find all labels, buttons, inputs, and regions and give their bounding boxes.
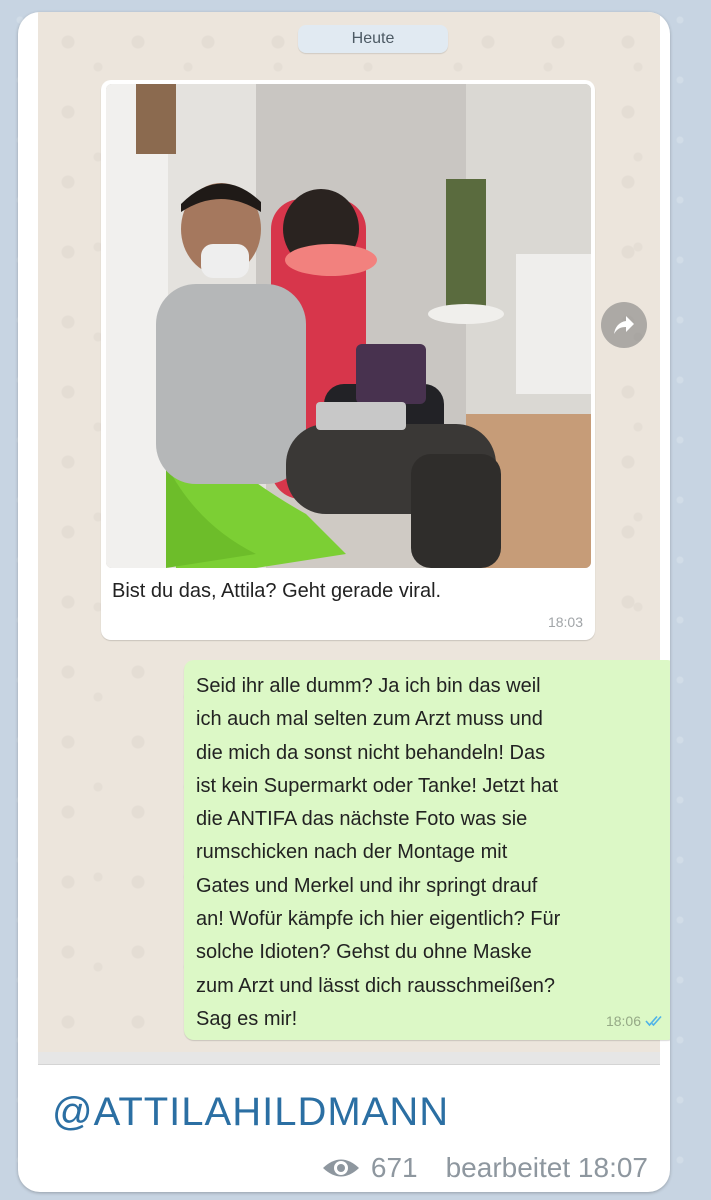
incoming-message-time: 18:03 [547, 614, 583, 630]
eye-icon [321, 1155, 361, 1181]
post-meta: 671 bearbeitet 18:07 [321, 1152, 648, 1184]
chat-bottom-bar [38, 1052, 660, 1065]
outgoing-message-text: Seid ihr alle dumm? Ja ich bin das weil … [196, 675, 561, 1030]
incoming-message-text: Bist du das, Attila? Geht gerade viral. [112, 580, 442, 602]
view-count: 671 [370, 1152, 418, 1183]
forward-arrow-icon [614, 316, 634, 334]
edited-timestamp: bearbeitet 18:07 [445, 1152, 648, 1183]
incoming-message-bubble[interactable]: Bist du das, Attila? Geht gerade viral. … [101, 80, 595, 640]
outgoing-message-meta: 18:06 [606, 1013, 665, 1029]
waiting-room-photo [106, 84, 591, 568]
message-photo[interactable] [106, 84, 591, 568]
outgoing-message-time: 18:06 [605, 1013, 641, 1029]
double-check-icon [645, 1015, 662, 1027]
post-card: Heute Bist du das, Attila? Geht gerade v… [18, 12, 670, 1192]
channel-handle[interactable]: @ATTILAHILDMANN [52, 1090, 449, 1135]
outgoing-message-bubble[interactable]: Seid ihr alle dumm? Ja ich bin das weil … [184, 660, 670, 1040]
chat-screenshot: Heute Bist du das, Attila? Geht gerade v… [38, 12, 670, 1052]
date-separator: Heute [298, 25, 448, 53]
forward-button[interactable] [601, 302, 647, 348]
